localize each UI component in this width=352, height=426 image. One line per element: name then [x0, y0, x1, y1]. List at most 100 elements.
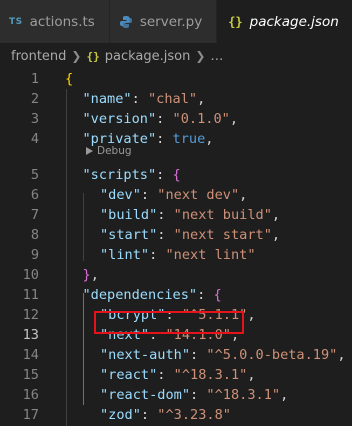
code-line[interactable]: 7 "build": "next build",: [0, 205, 352, 225]
line-number: 15: [22, 367, 39, 383]
code-line[interactable]: 6 "dev": "next dev",: [0, 185, 352, 205]
code-token: {: [213, 287, 222, 303]
code-token: :: [140, 407, 158, 423]
code-token: ,: [205, 131, 214, 147]
code-text: "react": "^18.3.1",: [100, 365, 256, 385]
code-token: "next start": [173, 227, 272, 243]
line-number: 6: [30, 187, 39, 203]
code-token: ,: [247, 367, 256, 383]
code-text: "private": true,: [83, 129, 214, 149]
tab-label: server.py: [139, 13, 203, 30]
code-token: :: [157, 207, 174, 223]
code-token: :: [149, 247, 166, 263]
code-token: :: [156, 111, 173, 127]
code-token: "start": [100, 227, 158, 243]
code-text: "dev": "next dev",: [100, 185, 247, 205]
line-number: 14: [22, 347, 39, 363]
code-token: "build": [100, 207, 158, 223]
chevron-right-icon: ❯: [71, 49, 82, 63]
code-token: ,: [271, 207, 281, 223]
tab-actions-ts[interactable]: TS actions.ts: [0, 0, 110, 43]
tab-package-json[interactable]: {} package.json: [217, 0, 352, 43]
code-token: :: [157, 227, 174, 243]
breadcrumb-folder[interactable]: frontend: [11, 49, 66, 64]
code-line[interactable]: 17 "zod": "^3.23.8": [0, 405, 352, 425]
editor-tab-bar: TS actions.ts server.py {} package.json: [0, 0, 352, 43]
line-number: 16: [22, 387, 39, 403]
line-number: 13: [22, 327, 39, 343]
code-line[interactable]: 2 "name": "chal",: [0, 89, 352, 109]
line-number: 2: [30, 91, 39, 107]
code-text: "version": "0.1.0",: [83, 109, 239, 129]
code-line[interactable]: 10},: [0, 265, 352, 285]
line-number: 1: [30, 71, 39, 87]
code-token: :: [131, 91, 148, 107]
code-token: "private": [82, 131, 157, 147]
code-token: "next-auth": [100, 347, 191, 363]
line-number: 11: [22, 287, 39, 303]
code-token: }: [82, 267, 91, 283]
code-line[interactable]: 4 "private": true,: [0, 129, 352, 149]
code-token: ,: [90, 267, 99, 283]
code-text: "zod": "^3.23.8": [100, 405, 231, 425]
line-number: 7: [30, 207, 39, 223]
code-token: "chal": [147, 91, 198, 107]
highlight-box: [94, 311, 244, 334]
code-token: :: [157, 367, 174, 383]
code-text: "build": "next build",: [100, 205, 280, 225]
code-token: :: [197, 287, 214, 303]
code-token: "next dev": [157, 187, 240, 203]
code-line[interactable]: 5 "scripts": {: [0, 165, 352, 185]
code-token: true: [172, 131, 206, 147]
code-token: "react-dom": [100, 387, 191, 403]
python-icon: [119, 15, 133, 29]
line-number: 17: [22, 407, 39, 423]
tab-server-py[interactable]: server.py: [109, 0, 218, 43]
code-line[interactable]: 8 "start": "next start",: [0, 225, 352, 245]
code-line[interactable]: 15 "react": "^18.3.1",: [0, 365, 352, 385]
code-token: "zod": [100, 407, 141, 423]
code-line[interactable]: 11 "dependencies": {: [0, 285, 352, 305]
code-editor[interactable]: Debug 1{2 "name": "chal", 3 "version": "0.1…: [0, 69, 352, 426]
code-line[interactable]: 3 "version": "0.1.0",: [0, 109, 352, 129]
code-token: ,: [271, 227, 281, 243]
code-token: {: [172, 167, 181, 183]
line-number: 3: [30, 111, 39, 127]
code-text: {: [65, 69, 73, 89]
line-number: 12: [22, 307, 39, 323]
code-line[interactable]: 9 "lint": "next lint": [0, 245, 352, 265]
line-number: 9: [30, 247, 39, 263]
code-line[interactable]: 14 "next-auth": "^5.0.0-beta.19",: [0, 345, 352, 365]
code-token: :: [190, 347, 207, 363]
tab-label: package.json: [249, 13, 339, 30]
code-token: "dependencies": [82, 287, 198, 303]
code-line[interactable]: 16 "react-dom": "^18.3.1",: [0, 385, 352, 405]
code-token: ,: [337, 347, 346, 363]
code-token: ,: [247, 307, 256, 323]
code-text: },: [83, 265, 99, 285]
code-text: "name": "chal",: [83, 89, 206, 109]
code-token: "react": [100, 367, 158, 383]
code-token: "^5.0.0-beta.19": [206, 347, 338, 363]
breadcrumb: frontend ❯ {} package.json ❯ …: [0, 43, 352, 69]
code-token: ,: [280, 387, 289, 403]
breadcrumb-file[interactable]: package.json: [105, 49, 191, 64]
line-number: 8: [30, 227, 39, 243]
code-text: "dependencies": {: [83, 285, 222, 305]
code-text: "next-auth": "^5.0.0-beta.19",: [100, 345, 346, 365]
code-token: {: [65, 71, 74, 87]
code-token: "dev": [100, 187, 141, 203]
code-token: :: [140, 187, 158, 203]
code-token: :: [190, 387, 207, 403]
json-icon: {}: [86, 49, 100, 63]
code-line[interactable]: 1{: [0, 69, 352, 89]
breadcrumb-more[interactable]: …: [210, 49, 223, 64]
code-token: "^18.3.1": [206, 387, 281, 403]
code-token: "next lint": [165, 247, 256, 263]
code-token: ,: [229, 111, 239, 127]
code-text: "start": "next start",: [100, 225, 280, 245]
code-token: "lint": [100, 247, 150, 263]
code-token: "name": [82, 91, 132, 107]
json-icon: {}: [228, 14, 243, 29]
code-token: ,: [239, 187, 248, 203]
